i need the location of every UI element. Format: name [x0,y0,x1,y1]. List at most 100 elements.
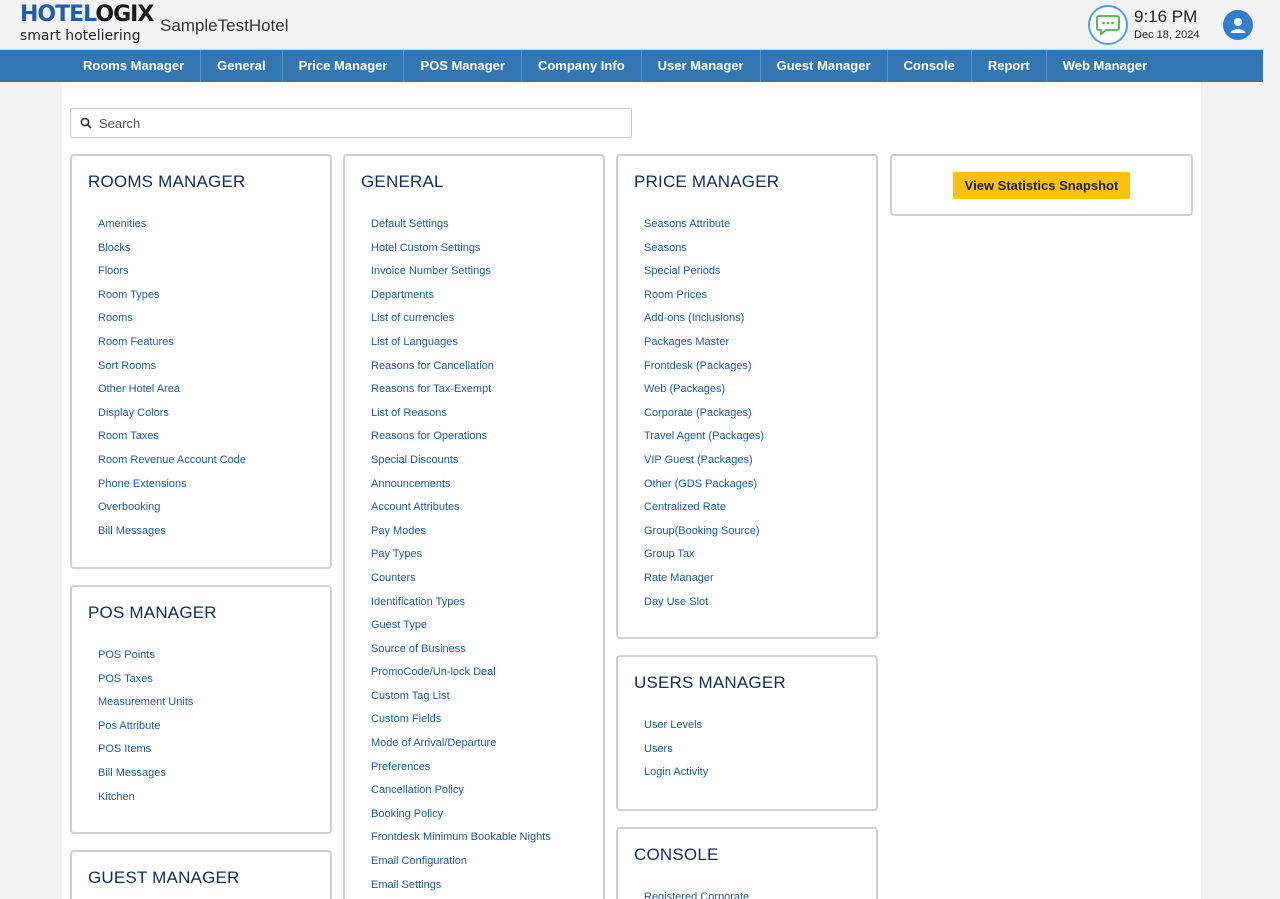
menu-link[interactable]: Group(Booking Source) [644,520,764,544]
menu-link[interactable]: Hotel Custom Settings [371,237,551,261]
menu-link[interactable]: Web (Packages) [644,378,764,402]
menu-link[interactable]: Seasons Attribute [644,213,764,237]
menu-link[interactable]: Login Activity [644,761,708,785]
menu-link[interactable]: List of currencies [371,307,551,331]
menu-link[interactable]: Pay Modes [371,520,551,544]
menu-link[interactable]: Packages Master [644,331,764,355]
menu-link[interactable]: Pos Attribute [98,715,193,739]
user-profile-button[interactable] [1223,10,1253,40]
menu-link[interactable]: Travel Agent (Packages) [644,425,764,449]
menu-link[interactable]: Invoice Number Settings [371,260,551,284]
menu-link[interactable]: Pay Types [371,543,551,567]
menu-link[interactable]: Registered Corporate [644,886,749,899]
menu-link[interactable]: Custom Tag List [371,685,551,709]
guest-manager-card: GUEST MANAGER [70,850,332,899]
menu-link[interactable]: Cancellation Policy [371,779,551,803]
search-box [70,108,632,138]
menu-link[interactable]: Frontdesk (Packages) [644,355,764,379]
menu-link[interactable]: Custom Fields [371,708,551,732]
menu-link[interactable]: Reasons for Operations [371,425,551,449]
menu-link[interactable]: Users [644,738,708,762]
nav-pos-manager[interactable]: POS Manager [404,50,522,82]
menu-link[interactable]: Email Configuration [371,850,551,874]
menu-link[interactable]: Special Discounts [371,449,551,473]
nav-general[interactable]: General [201,50,283,82]
menu-link[interactable]: Counters [371,567,551,591]
pos-manager-title: POS MANAGER [88,603,217,622]
menu-link[interactable]: Phone Extensions [98,473,246,497]
menu-link[interactable]: POS Taxes [98,668,193,692]
menu-link[interactable]: VIP Guest (Packages) [644,449,764,473]
nav-company-info[interactable]: Company Info [522,50,642,82]
nav-web-manager[interactable]: Web Manager [1047,50,1163,82]
menu-link[interactable]: Reasons for Cancellation [371,355,551,379]
menu-link[interactable]: Room Revenue Account Code [98,449,246,473]
search-icon [80,117,92,129]
price-manager-list: Seasons Attribute Seasons Special Periods R… [644,213,764,614]
menu-link[interactable]: Mode of Arrival/Departure [371,732,551,756]
nav-console[interactable]: Console [888,50,972,82]
menu-link[interactable]: Frontdesk Minimum Bookable Nights [371,826,551,850]
search-input[interactable] [99,112,619,134]
menu-link[interactable]: Room Types [98,284,246,308]
menu-link[interactable]: Group Tax [644,543,764,567]
menu-link[interactable]: List of Reasons [371,402,551,426]
menu-link[interactable]: Corporate (Packages) [644,402,764,426]
menu-link[interactable]: Rooms [98,307,246,331]
menu-link[interactable]: POS Items [98,738,193,762]
nav-report[interactable]: Report [972,50,1047,82]
nav-rooms-manager[interactable]: Rooms Manager [67,50,202,82]
menu-link[interactable]: Default Settings [371,213,551,237]
price-manager-title: PRICE MANAGER [634,172,780,191]
menu-link[interactable]: PromoCode/Un-lock Deal [371,661,551,685]
menu-link[interactable]: Booking Policy [371,803,551,827]
menu-link[interactable]: Preferences [371,756,551,780]
price-manager-card: PRICE MANAGER Seasons Attribute Seasons Sp… [616,154,878,639]
menu-link[interactable]: Measurement Units [98,691,193,715]
menu-link[interactable]: Sort Rooms [98,355,246,379]
menu-link[interactable]: Source of Business [371,638,551,662]
nav-user-manager[interactable]: User Manager [642,50,761,82]
menu-link[interactable]: Room Prices [644,284,764,308]
menu-link[interactable]: Other (GDS Packages) [644,473,764,497]
menu-link[interactable]: Identification Types [371,591,551,615]
user-icon [1230,18,1246,33]
view-statistics-snapshot-button[interactable]: View Statistics Snapshot [953,172,1130,199]
menu-link[interactable]: Blocks [98,237,246,261]
menu-link[interactable]: Amenities [98,213,246,237]
menu-link[interactable]: Other Hotel Area [98,378,246,402]
menu-link[interactable]: Display Colors [98,402,246,426]
nav-price-manager[interactable]: Price Manager [283,50,405,82]
menu-link[interactable]: Overbooking [98,496,246,520]
menu-link[interactable]: Add-ons (Inclusions) [644,307,764,331]
menu-link[interactable]: Day Use Slot [644,591,764,615]
menu-link[interactable]: Rate Manager [644,567,764,591]
menu-link[interactable]: Announcements [371,473,551,497]
menu-link[interactable]: Special Periods [644,260,764,284]
menu-link[interactable]: List of Languages [371,331,551,355]
menu-link[interactable]: Centralized Rate [644,496,764,520]
menu-link[interactable]: Departments [371,284,551,308]
rooms-manager-card: ROOMS MANAGER Amenities Blocks Floors Room … [70,154,332,569]
menu-link[interactable]: Account Attributes [371,496,551,520]
menu-link[interactable]: POS Points [98,644,193,668]
console-list: Registered Corporate [644,886,749,899]
nav-guest-manager[interactable]: Guest Manager [761,50,888,82]
logo-part-2: OGIX [95,2,154,27]
clock-time: 9:16 PM [1134,7,1198,26]
menu-link[interactable]: Seasons [644,237,764,261]
menu-link[interactable]: Room Features [98,331,246,355]
menu-link[interactable]: Reasons for Tax-Exempt [371,378,551,402]
menu-link[interactable]: Bill Messages [98,762,193,786]
menu-link[interactable]: Email Settings [371,874,551,898]
menu-link[interactable]: Room Taxes [98,425,246,449]
chat-button[interactable] [1088,5,1128,45]
hotelogix-logo[interactable]: HOTELOGIX smart hoteliering [20,4,154,45]
menu-link[interactable]: Guest Type [371,614,551,638]
general-list: Default Settings Hotel Custom Settings Inv… [371,213,551,897]
menu-link[interactable]: Kitchen [98,786,193,810]
users-manager-title: USERS MANAGER [634,673,786,692]
menu-link[interactable]: Floors [98,260,246,284]
menu-link[interactable]: Bill Messages [98,520,246,544]
menu-link[interactable]: User Levels [644,714,708,738]
